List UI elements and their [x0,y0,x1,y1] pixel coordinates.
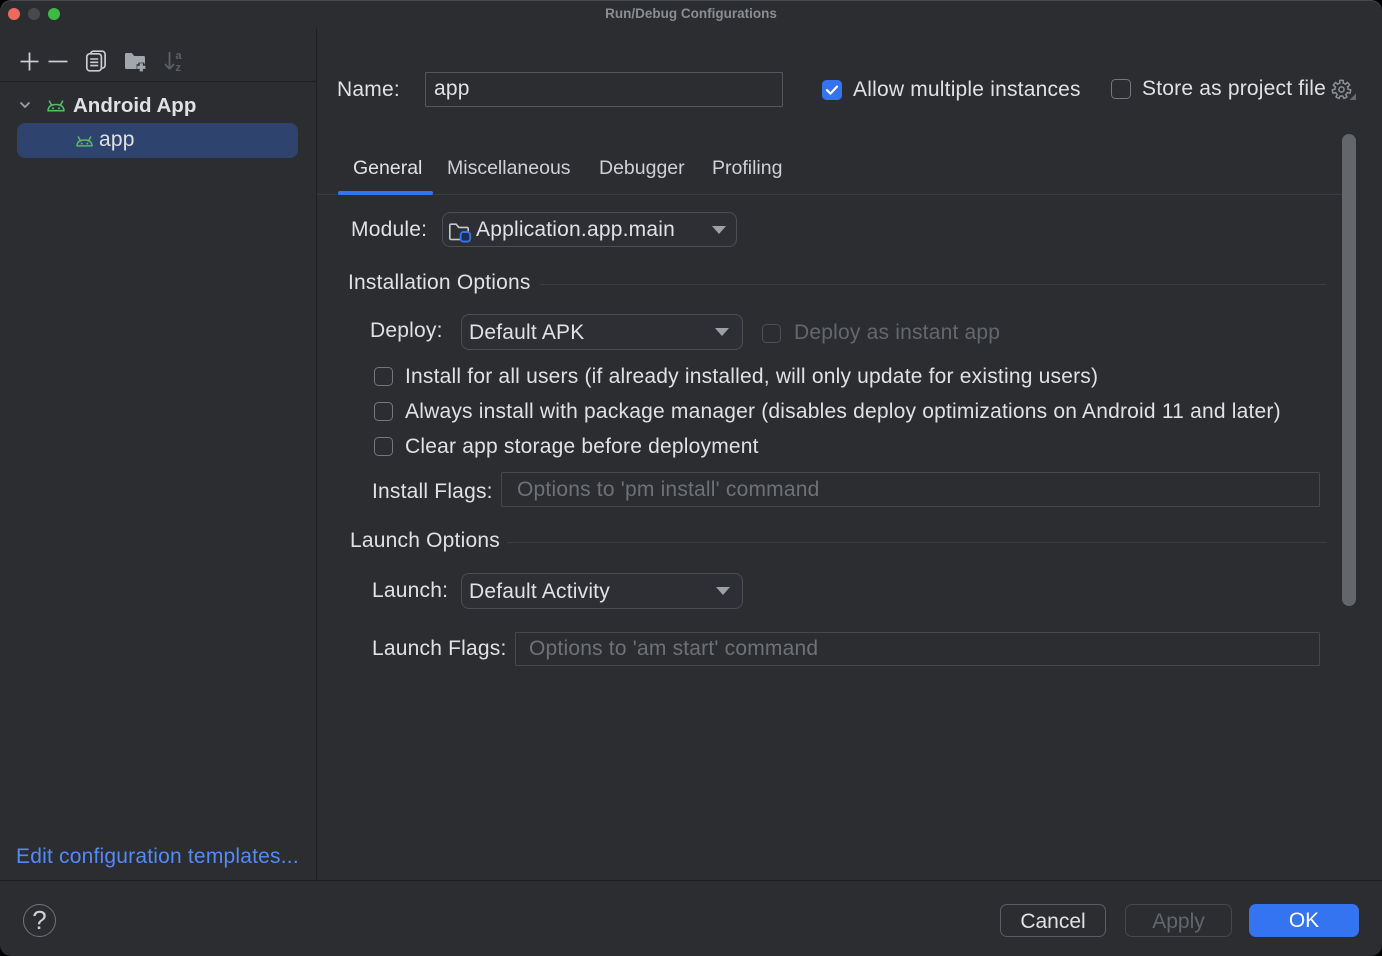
svg-text:z: z [176,62,182,73]
svg-text:a: a [176,50,183,62]
